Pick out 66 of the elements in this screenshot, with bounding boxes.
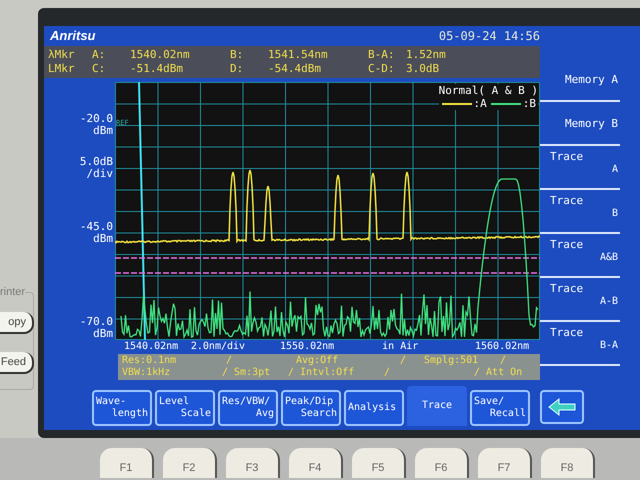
- marker-name: A:: [92, 48, 106, 62]
- marker-name: C-D:: [368, 62, 396, 76]
- back-button[interactable]: [540, 390, 584, 424]
- function-key[interactable]: F6: [415, 448, 469, 478]
- status-text: / Sm:3pt: [222, 367, 272, 379]
- status-text: /: [500, 355, 508, 367]
- status-text: /: [384, 367, 392, 379]
- axis-label: 5.0dB /div: [80, 156, 113, 180]
- function-key[interactable]: F2: [163, 448, 217, 478]
- menu-tab[interactable]: Analysis: [344, 390, 404, 426]
- menu-tab[interactable]: Save/ Recall: [470, 390, 530, 426]
- menu-tab[interactable]: Level Scale: [155, 390, 215, 426]
- function-key[interactable]: F5: [352, 448, 406, 478]
- function-key[interactable]: F7: [478, 448, 532, 478]
- menu-tab[interactable]: Res/VBW/ Avg: [218, 390, 278, 426]
- legend-title: Normal( A & B ): [438, 84, 538, 97]
- printer-button[interactable]: opy: [0, 312, 34, 334]
- softkey-button[interactable]: Memory A: [540, 58, 620, 102]
- axis-label: -70.0 dBm: [80, 316, 113, 340]
- marker-name: B-A:: [368, 48, 396, 62]
- panel-label: rinter: [0, 286, 26, 298]
- status-text: Smplg:501: [424, 355, 480, 367]
- back-arrow-icon: [547, 397, 577, 417]
- menu-tab[interactable]: Peak/Dip Search: [281, 390, 341, 426]
- marker-label: λMkr: [48, 48, 76, 62]
- softkey-button[interactable]: Trace A: [540, 146, 620, 190]
- marker-value: 1540.02nm: [130, 48, 191, 62]
- marker-value: 3.0dB: [406, 62, 440, 76]
- marker-name: D:: [230, 62, 244, 76]
- menu-tab[interactable]: Wave- length: [92, 390, 152, 426]
- softkey-button[interactable]: Trace B-A: [540, 322, 620, 366]
- function-key[interactable]: F1: [100, 448, 154, 478]
- axis-label: 2.0nm/div: [190, 341, 246, 353]
- marker-value: -54.4dBm: [268, 62, 322, 76]
- axis-label: in Air: [382, 341, 420, 353]
- status-text: /: [226, 355, 234, 367]
- softkey-button[interactable]: Trace B: [540, 190, 620, 234]
- menu-tab[interactable]: Trace: [407, 386, 467, 426]
- date-time: 05-09-24 14:56: [438, 28, 540, 45]
- marker-value: 1541.54nm: [268, 48, 329, 62]
- printer-button[interactable]: Feed: [0, 352, 34, 374]
- axis-label: 1540.02nm: [124, 341, 180, 353]
- function-key[interactable]: F8: [541, 448, 595, 478]
- brand-logo: Anritsu: [50, 27, 96, 46]
- marker-value: -51.4dBm: [130, 62, 184, 76]
- axis-label: -20.0 dBm: [80, 113, 113, 137]
- status-text: / Att On: [474, 367, 524, 379]
- axis-label: 1550.02nm: [280, 341, 336, 353]
- status-text: Avg:Off: [296, 355, 340, 367]
- marker-name: C:: [92, 62, 106, 76]
- axis-label: 1560.02nm: [475, 341, 530, 353]
- marker-label: LMkr: [48, 62, 76, 76]
- status-text: VBW:1kHz: [122, 367, 172, 379]
- function-key[interactable]: F3: [226, 448, 280, 478]
- softkey-button[interactable]: Trace A-B: [540, 278, 620, 322]
- marker-name: B:: [230, 48, 244, 62]
- softkey-button[interactable]: Memory B: [540, 102, 620, 146]
- legend-label: :A: [474, 97, 487, 110]
- function-key[interactable]: F4: [289, 448, 343, 478]
- status-text: /: [400, 355, 408, 367]
- status-text: / Intvl:Off: [288, 367, 356, 379]
- axis-label: -45.0 dBm: [80, 220, 113, 244]
- legend-label: :B: [522, 97, 536, 110]
- marker-value: 1.52nm: [406, 48, 447, 62]
- softkey-button[interactable]: Trace A&B: [540, 234, 620, 278]
- status-text: Res:0.1nm: [122, 355, 178, 367]
